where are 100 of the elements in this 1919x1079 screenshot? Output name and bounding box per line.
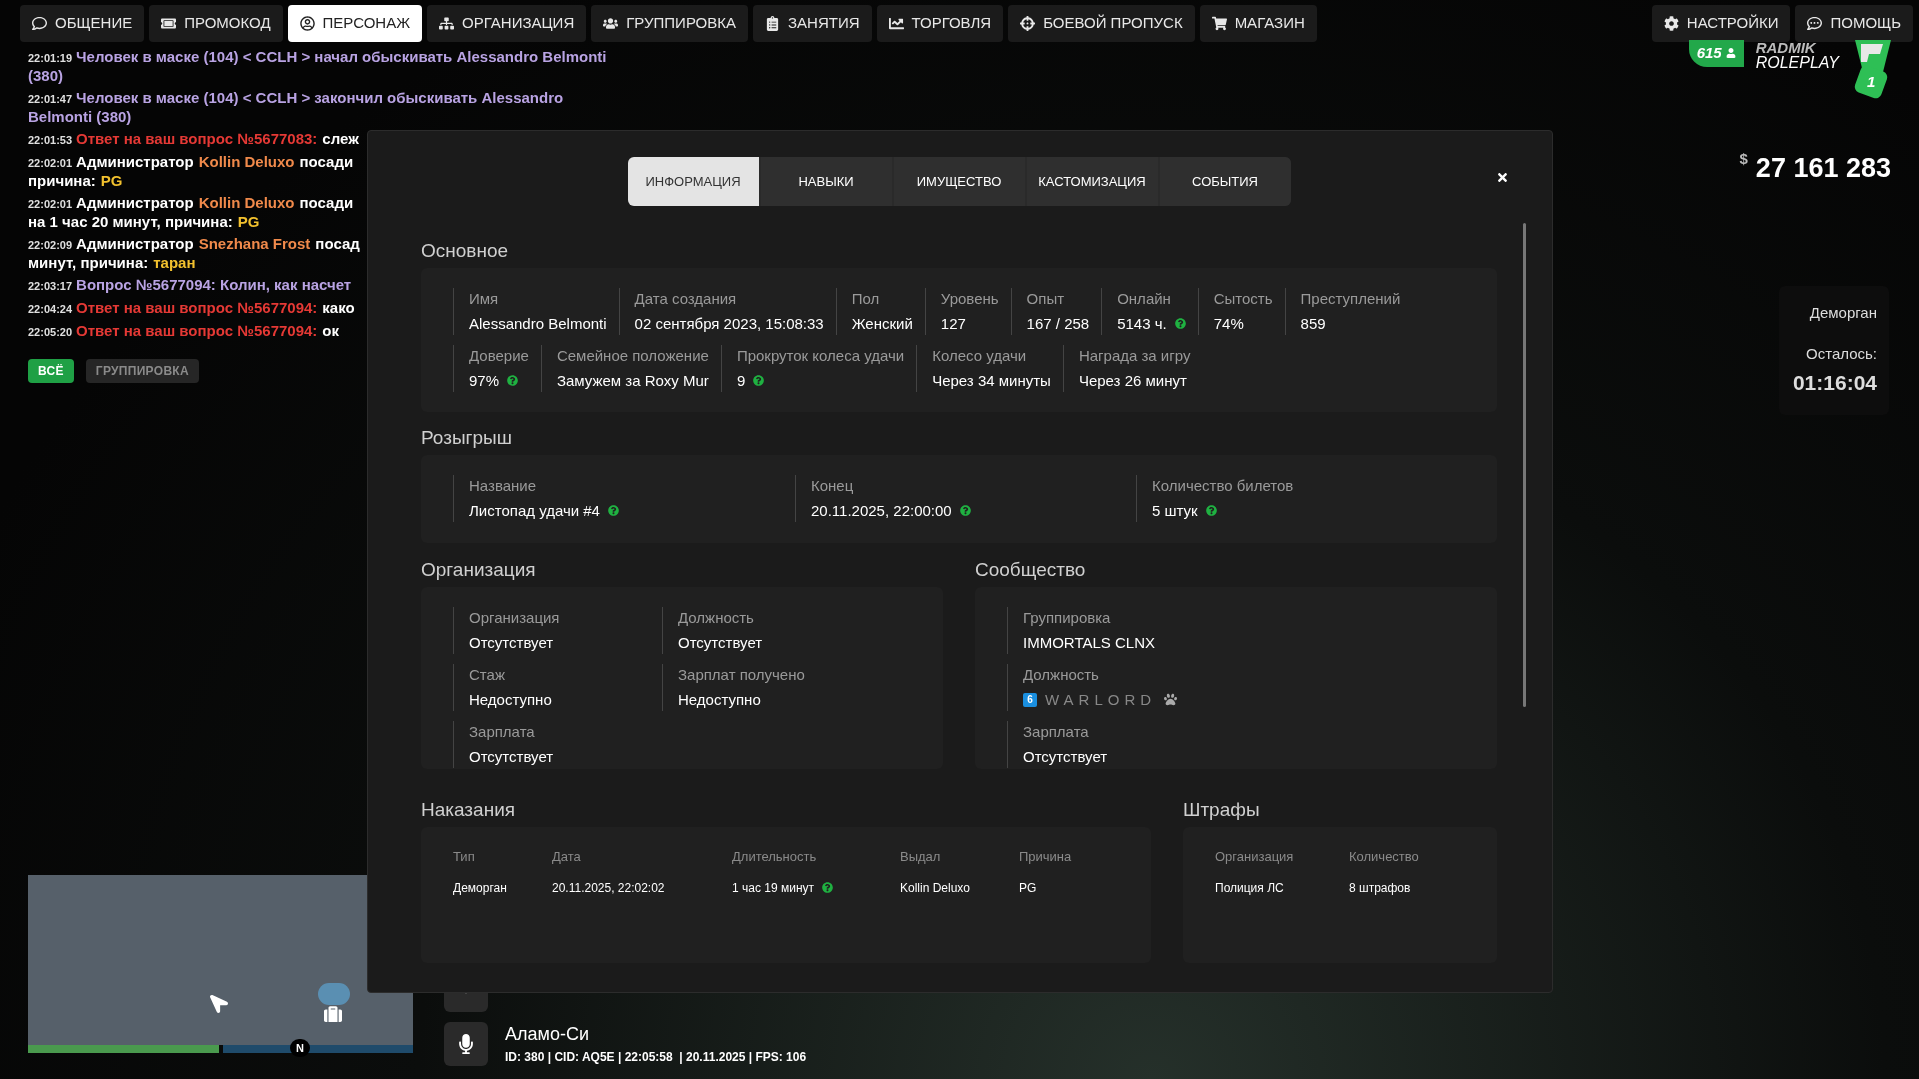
area-marker-icon (318, 983, 350, 1005)
table-cell-text: 20.11.2025, 22:02:02 (552, 879, 665, 897)
field-value: Через 26 минут (1078, 370, 1187, 391)
suitcase-icon (322, 1005, 344, 1023)
column-header: Количество (1349, 848, 1420, 866)
section-title: Организация (421, 559, 537, 581)
table-cell-text: Полиция ЛС (1215, 879, 1285, 897)
chat-text: Kollin Deluxo (198, 194, 295, 211)
help-icon[interactable] (1205, 505, 1217, 517)
field-label: Количество билетов (1152, 476, 1295, 496)
close-icon (1495, 170, 1509, 184)
server-number: 1 (1866, 71, 1876, 92)
dialog-tab[interactable]: СОБЫТИЯ (1159, 157, 1291, 206)
field-value: 20.11.2025, 22:00:00 (811, 500, 952, 521)
paw-icon (1164, 693, 1178, 707)
section-title: Основное (421, 240, 510, 262)
chat-text: Kollin Deluxo (198, 153, 295, 170)
field-label: Зарплата (1023, 722, 1090, 742)
field-label: Доверие (469, 346, 529, 366)
chat-text: Администратор (76, 194, 194, 211)
location-name: Аламо-Си (505, 1023, 590, 1046)
field-value: IMMORTALS CLNX (1023, 632, 1155, 653)
chat-text: Вопрос №5677094: Колин, как насчет (76, 276, 352, 293)
nav-tab[interactable]: БОЕВОЙ ПРОПУСК (1008, 5, 1195, 42)
table-cell-text: Kollin Deluxo (900, 879, 971, 897)
field-value: 74% (1213, 313, 1244, 334)
logo-text: RADMIK (1755, 40, 1817, 55)
jail-title: Деморган (1809, 303, 1877, 323)
chat-text: причина: (28, 172, 96, 189)
nav-tab[interactable]: ОБЩЕНИЕ (20, 5, 145, 42)
microphone-button[interactable] (444, 1021, 488, 1066)
ticket-icon (161, 16, 177, 31)
field-value: 5 штук (1152, 500, 1198, 521)
online-count: 615 (1696, 43, 1722, 63)
chat-text: Snezhana Frost (198, 235, 311, 252)
field-value: 9 (736, 370, 746, 391)
dialog-tab[interactable]: КАСТОМИЗАЦИЯ (1026, 157, 1158, 206)
chat-text: Ответ на ваш вопрос №5677083: (76, 130, 318, 147)
nav-tab[interactable]: ПЕРСОНАЖ (287, 5, 423, 42)
column-header: Дата (552, 848, 582, 866)
chat-bubble-icon (32, 16, 47, 31)
field-label: Название (469, 476, 538, 496)
chat-time: 22:01:53 (28, 134, 73, 146)
clipboard-icon (765, 16, 780, 31)
nav-tab[interactable]: ПРОМОКОД (149, 5, 283, 42)
nav-tab[interactable]: ПОМОЩЬ (1795, 5, 1913, 42)
column-header: Тип (453, 848, 476, 866)
chat-time: 22:02:09 (28, 239, 73, 251)
field-label: Зарплата (469, 722, 536, 742)
field-label: Сытость (1213, 289, 1273, 309)
field-value: 859 (1300, 313, 1326, 334)
field-label: Зарплат получено (678, 665, 806, 685)
field-label: Имя (469, 289, 500, 309)
column-header: Выдал (900, 848, 942, 866)
money-amount: 27 161 283 (1755, 152, 1891, 185)
field-value: 02 сентября 2023, 15:08:33 (634, 313, 824, 334)
field-value: Женский (851, 313, 913, 334)
chat-text: Человек в маске (104) < CCLH > начал обыскивать Alessandro Belmonti (76, 48, 607, 65)
logo-text: ROLEPLAY (1755, 55, 1839, 70)
chat-filter-tab[interactable]: ГРУППИРОВКА (85, 359, 199, 383)
table-cell-text: 1 час 19 минут (732, 879, 815, 897)
nav-tab[interactable]: ОРГАНИЗАЦИЯ (427, 5, 587, 42)
help-icon[interactable] (1174, 318, 1186, 330)
chat-time: 22:02:01 (28, 157, 73, 169)
field-label: Должность (678, 608, 755, 628)
chat-text: посад (315, 235, 360, 252)
help-icon[interactable] (822, 882, 834, 893)
nav-tab[interactable]: ГРУППИРОВКА (591, 5, 748, 42)
nav-tab[interactable]: ТОРГОВЛЯ (876, 5, 1004, 42)
help-icon[interactable] (753, 375, 765, 387)
column-header: Длительность (732, 848, 818, 866)
nav-tab[interactable]: ЗАНЯТИЯ (753, 5, 872, 42)
help-icon[interactable] (959, 505, 971, 517)
field-label: Пол (851, 289, 881, 309)
table-cell-text: 8 штрафов (1349, 879, 1412, 897)
chat-text: Ответ на ваш вопрос №5677094: (76, 299, 318, 316)
column-header: Причина (1019, 848, 1073, 866)
dialog-tab[interactable]: НАВЫКИ (760, 157, 892, 206)
nav-tab[interactable]: МАГАЗИН (1199, 5, 1317, 42)
chart-icon (888, 16, 904, 31)
field-label: Опыт (1026, 289, 1066, 309)
cart-icon (1211, 16, 1227, 31)
help-icon[interactable] (507, 375, 519, 387)
chat-time: 22:05:20 (28, 326, 73, 338)
dialog-tab[interactable]: ИНФОРМАЦИЯ (627, 157, 759, 206)
section-title: Сообщество (975, 559, 1087, 581)
chat-text: минут, причина: (28, 254, 149, 271)
field-label: Колесо удачи (932, 346, 1028, 366)
help-icon[interactable] (607, 505, 619, 517)
chat-time: 22:01:47 (28, 93, 73, 105)
field-value: Отсутствует (469, 632, 554, 653)
table-cell-text: Деморган (453, 879, 507, 897)
nav-tab[interactable]: НАСТРОЙКИ (1651, 5, 1791, 42)
field-value: Отсутствует (1023, 746, 1108, 767)
chat-text: Belmonti (380) (28, 108, 132, 125)
chat-text: Администратор (76, 235, 194, 252)
field-value: 5143 ч. (1117, 313, 1167, 334)
chat-text: како (322, 299, 355, 316)
dialog-tab[interactable]: ИМУЩЕСТВО (893, 157, 1025, 206)
chat-text: PG (237, 213, 260, 230)
